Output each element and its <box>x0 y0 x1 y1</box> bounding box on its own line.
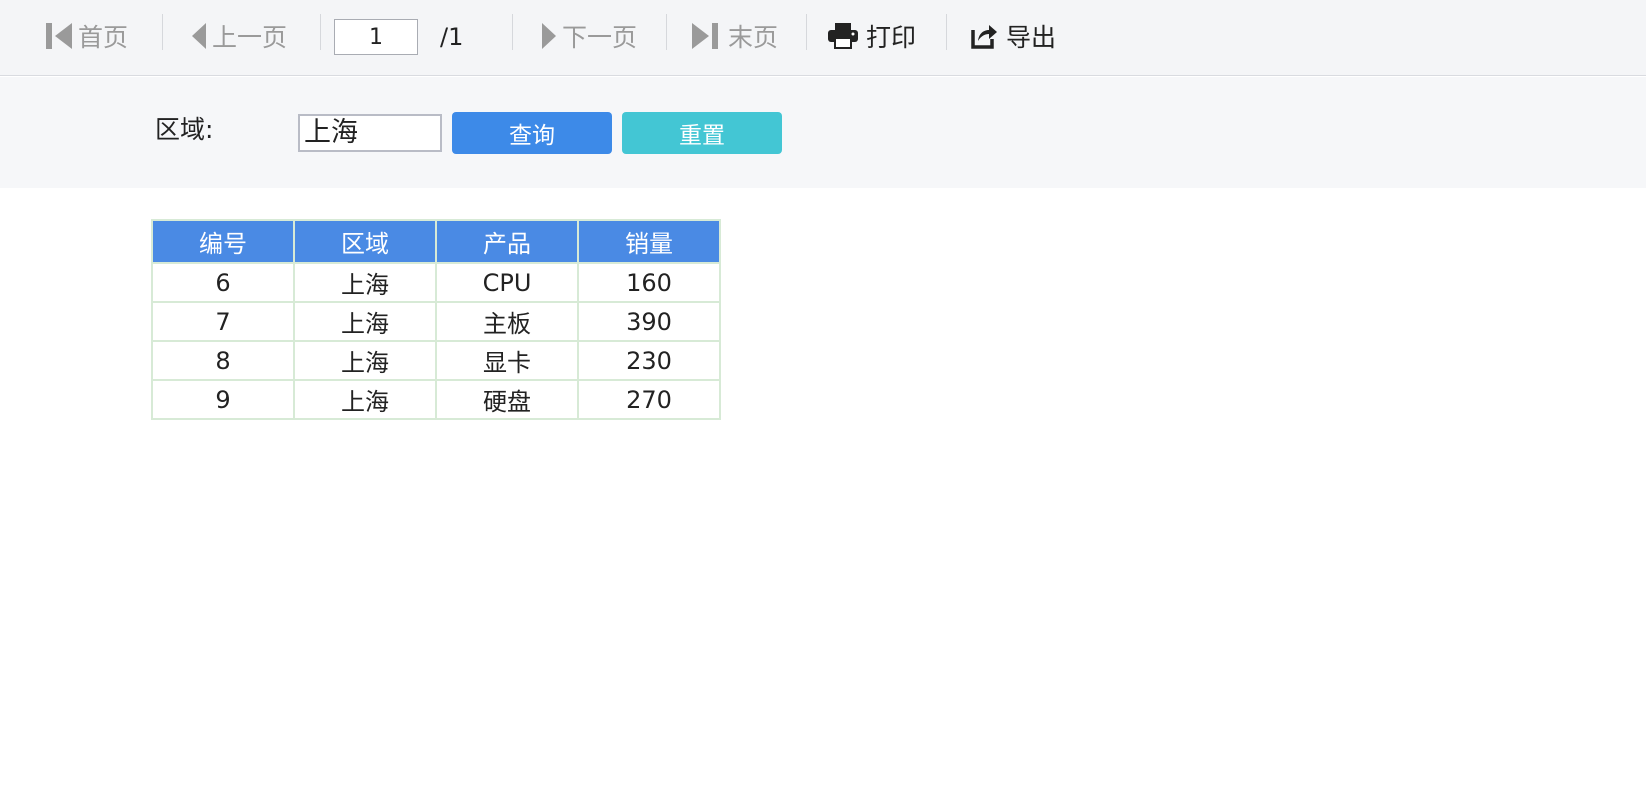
table-row: 9 上海 硬盘 270 <box>151 379 721 420</box>
next-page-label: 下一页 <box>562 23 638 52</box>
printer-icon <box>828 23 858 49</box>
table-cell: CPU <box>435 262 579 303</box>
page-number-input[interactable] <box>334 19 418 55</box>
export-icon <box>970 22 998 50</box>
page-total: /1 <box>440 23 464 51</box>
table-cell: 上海 <box>293 301 437 342</box>
table-cell: 270 <box>577 379 721 420</box>
query-button[interactable]: 查询 <box>452 112 612 154</box>
toolbar-divider <box>512 14 513 50</box>
last-page-button[interactable]: 末页 <box>690 0 778 72</box>
toolbar-divider <box>320 14 321 50</box>
table-cell: 7 <box>151 301 295 342</box>
toolbar-divider <box>666 14 667 50</box>
table-cell: 230 <box>577 340 721 381</box>
prev-page-icon <box>190 21 208 51</box>
next-page-button[interactable]: 下一页 <box>540 0 637 72</box>
table-header-row: 编号 区域 产品 销量 <box>151 219 721 264</box>
column-header: 编号 <box>151 219 295 264</box>
table-row: 8 上海 显卡 230 <box>151 340 721 381</box>
table-cell: 上海 <box>293 262 437 303</box>
table-row: 7 上海 主板 390 <box>151 301 721 342</box>
print-button[interactable]: 打印 <box>828 0 916 72</box>
last-page-label: 末页 <box>728 23 779 52</box>
table-cell: 6 <box>151 262 295 303</box>
table-cell: 9 <box>151 379 295 420</box>
first-page-icon <box>46 21 74 51</box>
table-cell: 160 <box>577 262 721 303</box>
export-button[interactable]: 导出 <box>970 0 1056 72</box>
print-label: 打印 <box>866 23 917 52</box>
table-cell: 上海 <box>293 379 437 420</box>
table-cell: 硬盘 <box>435 379 579 420</box>
region-label: 区域: <box>155 115 214 144</box>
table-row: 6 上海 CPU 160 <box>151 262 721 303</box>
column-header: 销量 <box>577 219 721 264</box>
first-page-button[interactable]: 首页 <box>46 0 128 72</box>
table-cell: 主板 <box>435 301 579 342</box>
column-header: 区域 <box>293 219 437 264</box>
toolbar-divider <box>162 14 163 50</box>
prev-page-button[interactable]: 上一页 <box>190 0 287 72</box>
table-cell: 上海 <box>293 340 437 381</box>
query-panel: 区域: 上海 查询 重置 <box>0 77 1646 188</box>
first-page-label: 首页 <box>78 23 129 52</box>
reset-button[interactable]: 重置 <box>622 112 782 154</box>
prev-page-label: 上一页 <box>212 23 288 52</box>
toolbar-divider <box>946 14 947 50</box>
column-header: 产品 <box>435 219 579 264</box>
sales-table: 编号 区域 产品 销量 6 上海 CPU 160 7 上海 主板 390 8 上… <box>151 219 721 420</box>
export-label: 导出 <box>1006 23 1057 52</box>
table-cell: 显卡 <box>435 340 579 381</box>
table-cell: 8 <box>151 340 295 381</box>
next-page-icon <box>540 21 558 51</box>
last-page-icon <box>690 21 718 51</box>
table-cell: 390 <box>577 301 721 342</box>
region-input[interactable]: 上海 <box>298 114 442 152</box>
toolbar-divider <box>806 14 807 50</box>
report-toolbar: 首页 上一页 /1 下一页 末页 打印 <box>0 0 1646 76</box>
